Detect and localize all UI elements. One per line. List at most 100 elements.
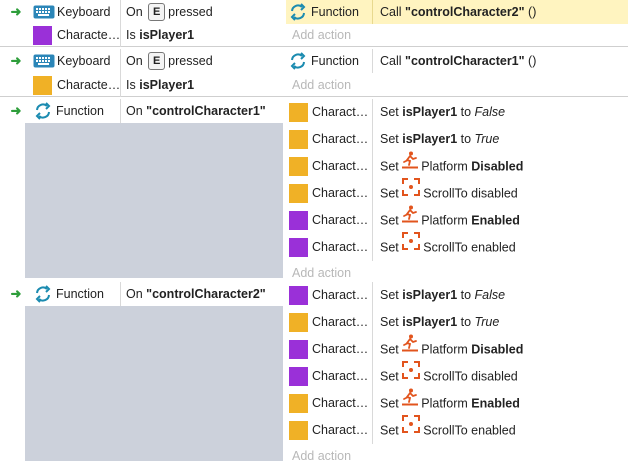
action-text: Set Platform Enabled [380,388,520,418]
condition-row-keyboard[interactable]: ➜ Keyboard On Epressed [7,49,283,73]
keyboard-icon [33,4,55,23]
platform-icon [402,205,419,233]
function-icon [34,102,52,123]
action-text: Set ScrollTo enabled [380,415,516,445]
action-row[interactable]: Charact… Set ScrollTo enabled [286,232,628,262]
action-text: Set isPlayer1 to False [380,105,506,119]
key-e-icon: E [148,51,166,70]
action-row[interactable]: Charact… Set Platform Enabled [286,205,628,235]
object-thumbnail-purple [289,340,308,359]
condition-text: On "controlCharacter2" [126,287,266,301]
object-thumbnail-yellow [289,103,308,122]
action-object-label: Charact… [312,423,369,437]
action-text: Set ScrollTo disabled [380,361,518,391]
action-object-label: Charact… [312,288,369,302]
condition-group-background [25,306,283,461]
object-thumbnail-purple [289,286,308,305]
key-e-icon: E [148,2,166,21]
action-row-call-function[interactable]: Function Call "controlCharacter2" () [286,0,628,24]
condition-group-background [25,123,283,278]
event-block-1[interactable]: ➜ Keyboard On Epressed Characte… Is isPl… [0,0,628,47]
function-icon [289,3,307,24]
action-object-label: Function [311,54,359,68]
action-row[interactable]: Charact… Set ScrollTo enabled [286,415,628,445]
scrollto-icon [402,178,421,206]
condition-text: On Epressed [126,0,213,24]
platform-icon [402,388,419,416]
object-thumbnail-purple [289,238,308,257]
condition-text: Is isPlayer1 [126,78,195,92]
action-row[interactable]: Charact… Set isPlayer1 to True [286,309,628,336]
action-row[interactable]: Charact… Set Platform Enabled [286,388,628,418]
condition-row-on-function[interactable]: ➜ Function On "controlCharacter1" [7,99,283,123]
object-thumbnail-purple [33,26,52,45]
platform-icon [402,151,419,179]
condition-object-label: Function [56,104,104,118]
event-arrow-icon: ➜ [10,103,22,118]
action-row[interactable]: Charact… Set isPlayer1 to True [286,126,628,153]
event-arrow-icon: ➜ [10,53,22,68]
action-object-label: Charact… [312,396,369,410]
condition-text: Is isPlayer1 [126,28,195,42]
object-thumbnail-yellow [33,76,52,95]
object-thumbnail-yellow [289,313,308,332]
add-action-button[interactable]: Add action [292,23,351,47]
action-object-label: Charact… [312,213,369,227]
action-text: Call "controlCharacter1" () [380,54,537,68]
action-text: Set Platform Disabled [380,151,523,181]
event-arrow-icon: ➜ [10,4,22,19]
object-thumbnail-purple [289,211,308,230]
keyboard-icon [33,53,55,72]
action-object-label: Charact… [312,240,369,254]
object-thumbnail-purple [289,367,308,386]
scrollto-icon [402,415,421,443]
action-object-label: Charact… [312,342,369,356]
event-block-4[interactable]: ➜ Function On "controlCharacter2" Charac… [0,282,628,463]
function-icon [34,285,52,306]
function-icon [289,52,307,73]
action-row[interactable]: Charact… Set isPlayer1 to False [286,282,628,309]
scrollto-icon [402,232,421,260]
condition-object-label: Characte… [57,28,121,42]
action-row[interactable]: Charact… Set Platform Disabled [286,151,628,181]
object-thumbnail-yellow [289,157,308,176]
object-thumbnail-yellow [289,184,308,203]
action-object-label: Charact… [312,369,369,383]
action-object-label: Charact… [312,105,369,119]
action-row[interactable]: Charact… Set Platform Disabled [286,334,628,364]
condition-object-label: Characte… [57,78,121,92]
platform-icon [402,334,419,362]
condition-object-label: Function [56,287,104,301]
add-action-button[interactable]: Add action [292,444,351,468]
action-row-call-function[interactable]: Function Call "controlCharacter1" () [286,49,628,73]
event-block-2[interactable]: ➜ Keyboard On Epressed Characte… Is isPl… [0,49,628,97]
event-block-3[interactable]: ➜ Function On "controlCharacter1" Charac… [0,99,628,280]
condition-row-is-player[interactable]: Characte… Is isPlayer1 [7,73,283,97]
object-thumbnail-yellow [289,394,308,413]
object-thumbnail-yellow [289,421,308,440]
action-text: Set Platform Enabled [380,205,520,235]
action-text: Set ScrollTo enabled [380,232,516,262]
add-action-button[interactable]: Add action [292,73,351,97]
action-object-label: Charact… [312,315,369,329]
condition-row-on-function[interactable]: ➜ Function On "controlCharacter2" [7,282,283,306]
action-row[interactable]: Charact… Set isPlayer1 to False [286,99,628,126]
action-object-label: Charact… [312,132,369,146]
condition-object-label: Keyboard [57,54,111,68]
action-row[interactable]: Charact… Set ScrollTo disabled [286,178,628,208]
action-text: Call "controlCharacter2" () [380,5,537,19]
condition-row-keyboard[interactable]: ➜ Keyboard On Epressed [7,0,283,24]
action-object-label: Function [311,5,359,19]
action-text: Set Platform Disabled [380,334,523,364]
action-text: Set isPlayer1 to True [380,315,500,329]
condition-object-label: Keyboard [57,5,111,19]
scrollto-icon [402,361,421,389]
object-thumbnail-yellow [289,130,308,149]
action-text: Set ScrollTo disabled [380,178,518,208]
action-row[interactable]: Charact… Set ScrollTo disabled [286,361,628,391]
condition-row-is-player[interactable]: Characte… Is isPlayer1 [7,23,283,47]
event-arrow-icon: ➜ [10,286,22,301]
condition-text: On Epressed [126,49,213,73]
action-text: Set isPlayer1 to True [380,132,500,146]
condition-text: On "controlCharacter1" [126,104,266,118]
